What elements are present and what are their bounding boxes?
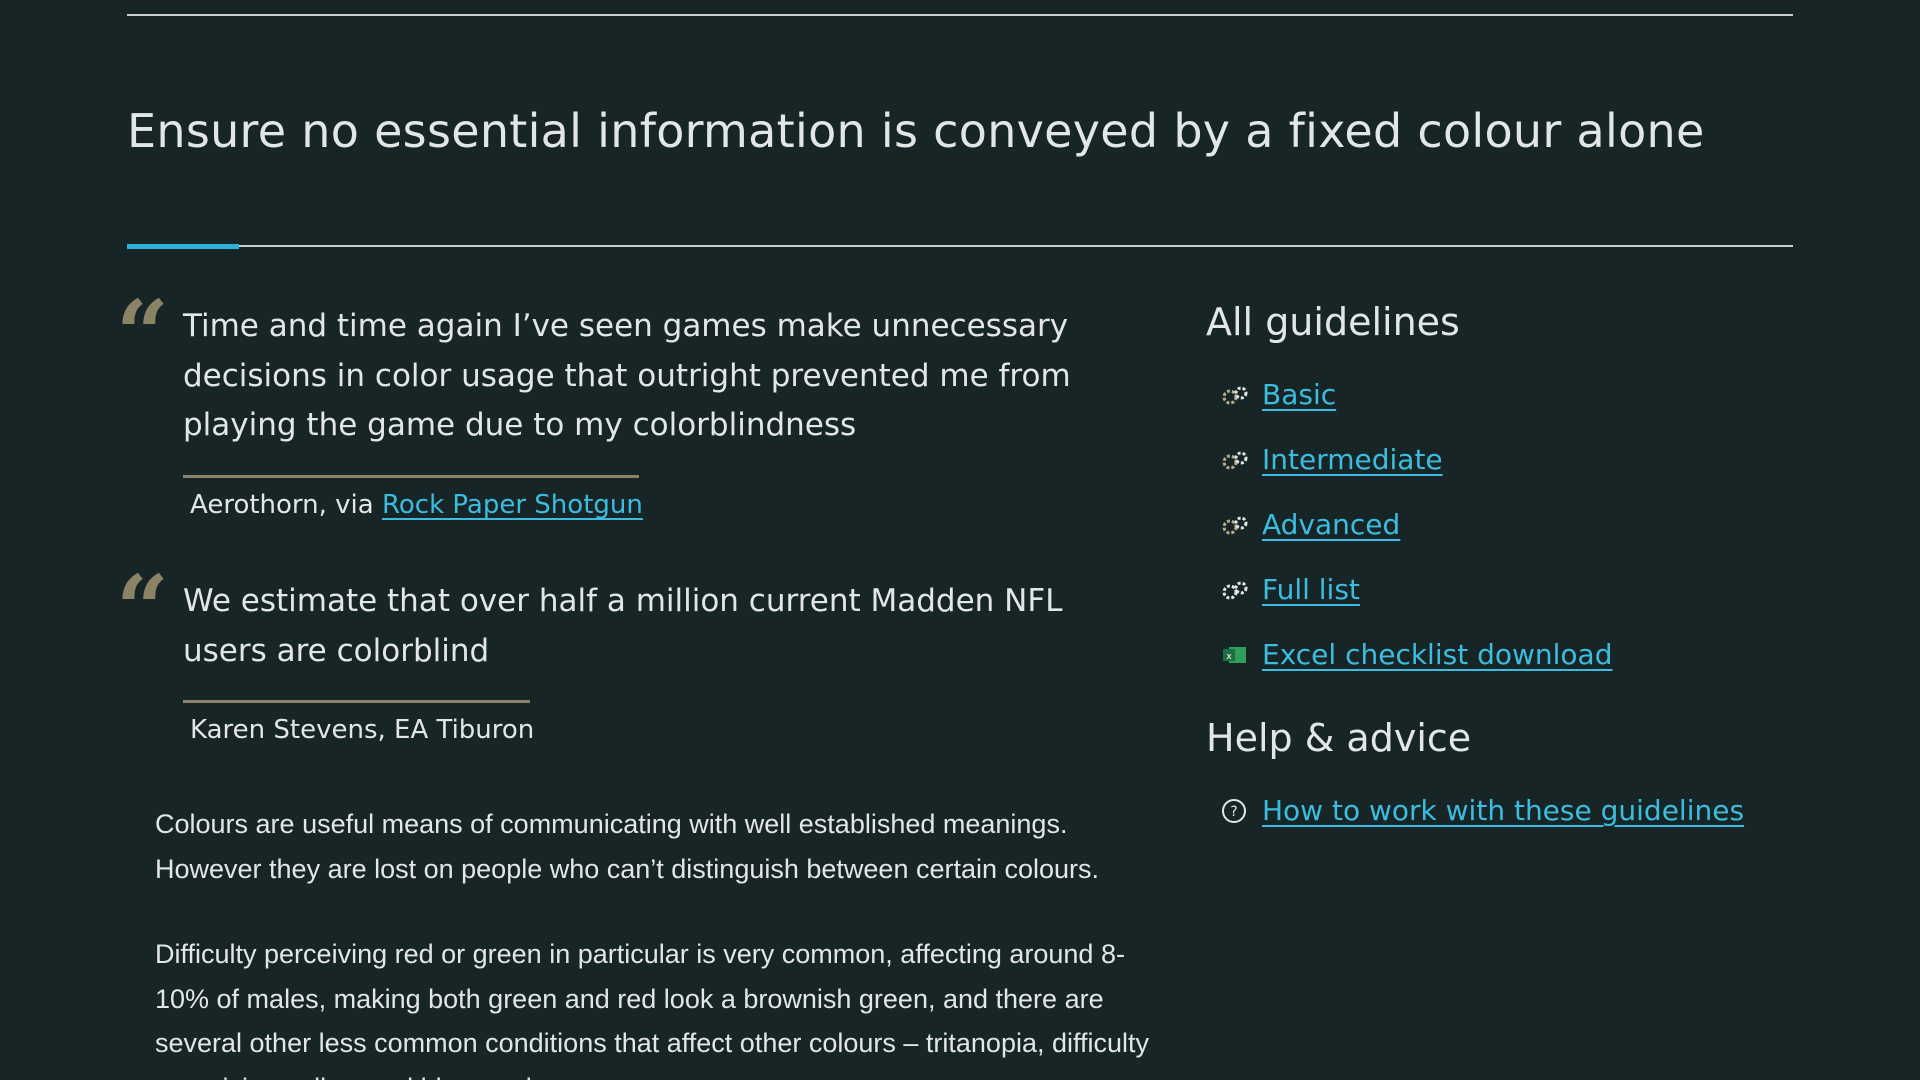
advanced-link[interactable]: Advanced — [1262, 508, 1400, 541]
quote-attribution: Aerothorn, via Rock Paper Shotgun — [190, 490, 643, 520]
body-paragraph: Difficulty perceiving red or green in pa… — [155, 939, 1150, 1080]
svg-text:x: x — [1226, 652, 1232, 662]
guideline-item-advanced: Advanced — [1220, 508, 1400, 541]
guideline-item-excel: x Excel checklist download — [1220, 638, 1612, 671]
guideline-item-full-list: Full list — [1220, 573, 1360, 606]
gears-icon — [1220, 446, 1250, 474]
page: Ensure no essential information is conve… — [0, 0, 1920, 1080]
quote-attribution: Karen Stevens, EA Tiburon — [190, 715, 535, 745]
intermediate-link[interactable]: Intermediate — [1262, 443, 1443, 476]
gears-icon — [1220, 576, 1250, 604]
help-item: ? How to work with these guidelines — [1220, 794, 1744, 827]
page-title: Ensure no essential information is conve… — [127, 104, 1705, 158]
gears-icon — [1220, 381, 1250, 409]
rock-paper-shotgun-link[interactable]: Rock Paper Shotgun — [382, 490, 643, 520]
guideline-item-basic: Basic — [1220, 378, 1336, 411]
gears-icon — [1220, 511, 1250, 539]
all-guidelines-heading: All guidelines — [1206, 300, 1460, 344]
help-circle-icon: ? — [1220, 797, 1250, 825]
how-to-work-link[interactable]: How to work with these guidelines — [1262, 794, 1744, 827]
excel-icon: x — [1220, 641, 1250, 669]
quote-text: Time and time again I’ve seen games make… — [183, 308, 1071, 443]
quote-mark-icon: “ — [116, 280, 169, 388]
full-list-link[interactable]: Full list — [1262, 573, 1360, 606]
quote-divider — [183, 475, 639, 478]
svg-text:?: ? — [1230, 804, 1237, 820]
title-divider — [127, 245, 1793, 247]
basic-link[interactable]: Basic — [1262, 378, 1336, 411]
quote-text: We estimate that over half a million cur… — [183, 583, 1063, 669]
quote-mark-icon: “ — [116, 555, 169, 663]
top-divider — [127, 14, 1793, 16]
excel-checklist-download-link[interactable]: Excel checklist download — [1262, 638, 1612, 671]
title-accent-bar — [127, 244, 239, 249]
attribution-text: Aerothorn, via — [190, 490, 382, 520]
help-advice-heading: Help & advice — [1206, 716, 1472, 760]
body-paragraph: Colours are useful means of communicatin… — [155, 809, 1100, 884]
guideline-item-intermediate: Intermediate — [1220, 443, 1443, 476]
quote-divider — [183, 700, 530, 703]
